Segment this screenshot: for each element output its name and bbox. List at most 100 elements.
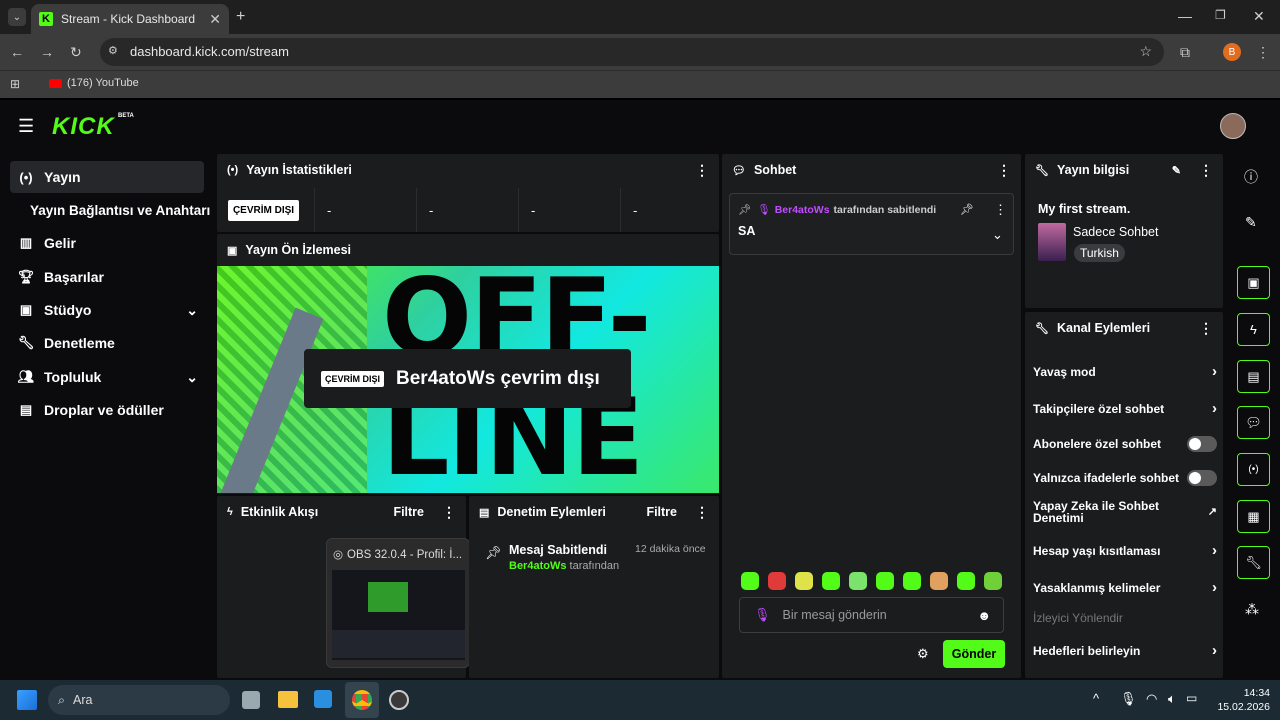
emote-icon[interactable] [768,572,786,590]
sidebar-item-yayin[interactable]: (•) Yayın [10,161,204,193]
obs-icon[interactable] [389,690,409,710]
channel-actions-menu-icon[interactable]: ⋮ [1199,320,1213,337]
bolt-icon: ϟ [1250,322,1257,337]
sidebar-item-label: Yayın Bağlantısı ve Anahtarı [30,202,211,218]
store-icon[interactable] [314,690,332,708]
action-slow-mode[interactable]: Yavaş mod › [1033,363,1217,380]
activity-filter-button[interactable]: Filtre [393,505,424,519]
tab-close-icon[interactable]: ✕ [209,11,221,28]
moderation-menu-icon[interactable]: ⋮ [695,504,709,521]
sidebar-item-studyo[interactable]: ▣ Stüdyo ⌄ [10,294,204,326]
mod-entry-user[interactable]: Ber4atoWs [509,560,566,572]
site-info-icon[interactable]: ⚙ [108,44,118,57]
taskbar-clock[interactable]: 14:34 15.02.2026 [1210,686,1270,714]
chat-input[interactable]: 🎙︎ Bir mesaj gönderin ☻ [739,597,1004,633]
hamburger-menu-icon[interactable]: ☰ [18,116,34,137]
action-banned-words[interactable]: Yasaklanmış kelimeler › [1033,579,1217,596]
volume-icon[interactable]: 🔈︎ [1168,691,1176,707]
restore-icon[interactable]: ❐ [1215,8,1226,22]
stream-title: My first stream. [1038,202,1131,216]
url-bar[interactable]: ⚙ dashboard.kick.com/stream ☆ [100,38,1164,66]
emote-icon[interactable] [930,572,948,590]
emote-icon[interactable] [957,572,975,590]
sidebar-item-topluluk[interactable]: 👥︎ Topluluk ⌄ [10,361,204,393]
moderation-filter-button[interactable]: Filtre [646,505,677,519]
stream-info-menu-icon[interactable]: ⋮ [1199,162,1213,179]
rail-preview-button[interactable]: ▣ [1237,266,1270,299]
battery-icon[interactable]: ▭ [1186,691,1197,705]
rail-studio-button[interactable]: ▦ [1237,500,1270,533]
rail-stats-button[interactable]: (•) [1237,453,1270,486]
wifi-icon[interactable]: ◠ [1146,691,1157,707]
emote-icon[interactable] [903,572,921,590]
rail-chat-button[interactable]: 💬︎ [1237,406,1270,439]
tray-chevron-icon[interactable]: ^ [1093,691,1099,706]
microphone-icon[interactable]: 🎙︎ [1120,691,1137,707]
menu-kebab-icon[interactable]: ⋮ [1256,44,1270,61]
emotes-only-toggle[interactable] [1187,470,1217,486]
subscribers-only-toggle[interactable] [1187,436,1217,452]
action-ai-moderation[interactable]: Yapay Zeka ile Sohbet Denetimi ↗ [1033,500,1217,524]
bookmark-youtube[interactable]: (176) YouTube [67,77,139,89]
taskbar-search[interactable]: ⌕ Ara [48,685,230,715]
action-account-age[interactable]: Hesap yaşı kısıtlaması › [1033,542,1217,559]
stream-category[interactable]: Sadece Sohbet [1073,225,1159,239]
action-set-goals[interactable]: Hedefleri belirleyin › [1033,642,1217,659]
unpin-icon[interactable]: 📌︎ [960,203,974,216]
emote-icon[interactable] [849,572,867,590]
studio-icon: ▣ [19,302,33,317]
browser-tab[interactable]: K Stream - Kick Dashboard ✕ [31,4,229,34]
emote-icon[interactable] [795,572,813,590]
chat-settings-gear-icon[interactable]: ⚙ [917,646,929,662]
forward-icon[interactable]: → [40,44,54,60]
sidebar-item-denetleme[interactable]: 🔧︎ Denetleme [10,327,204,359]
emoji-icon[interactable]: ☻ [977,608,991,623]
emote-icon[interactable] [741,572,759,590]
pinned-user[interactable]: Ber4atoWs [775,204,830,216]
rail-channel-actions-button[interactable]: 🔧︎ [1237,546,1270,579]
action-followers-only[interactable]: Takipçilere özel sohbet › [1033,400,1217,417]
stats-menu-icon[interactable]: ⋮ [695,162,709,179]
file-explorer-icon[interactable] [278,691,298,708]
edit-pencil-icon[interactable]: ✎ [1245,214,1257,231]
user-avatar[interactable] [1220,113,1246,139]
rail-activity-button[interactable]: ϟ [1237,313,1270,346]
youtube-icon [49,79,62,88]
reload-icon[interactable]: ↻ [70,44,82,61]
sidebar-item-basarilar[interactable]: 🏆︎ Başarılar [10,261,204,293]
chat-icon: 💬︎ [732,164,746,177]
chevron-down-icon[interactable]: ⌄ [992,227,1003,243]
chevron-right-icon: › [1212,642,1217,659]
emote-icon[interactable] [984,572,1002,590]
windows-start-icon[interactable] [17,690,37,710]
edit-pencil-icon[interactable]: ✎ [1172,164,1181,177]
mic-icon: 🎙︎ [754,607,771,622]
chat-menu-icon[interactable]: ⋮ [997,162,1011,179]
window-close-icon[interactable]: ✕ [1253,8,1265,25]
info-icon[interactable]: ⓘ [1244,167,1258,187]
emote-icon[interactable] [876,572,894,590]
apps-grid-icon[interactable]: ⊞ [10,77,20,91]
bookmark-star-icon[interactable]: ☆ [1139,43,1152,60]
profile-avatar[interactable]: B [1223,43,1241,61]
sidebar-item-gelir[interactable]: ▥ Gelir [10,227,204,259]
rail-moderation-button[interactable]: ▤ [1237,360,1270,393]
send-button[interactable]: Gönder [943,640,1005,668]
minimize-icon[interactable]: — [1178,8,1192,24]
action-emotes-only: Yalnızca ifadelerle sohbet [1033,470,1217,486]
back-icon[interactable]: ← [10,44,24,60]
activity-menu-icon[interactable]: ⋮ [442,504,456,521]
emote-icon[interactable] [822,572,840,590]
apps-icon[interactable]: ⁂ [1245,601,1259,618]
extensions-icon[interactable]: ⧉ [1180,44,1190,61]
chevron-right-icon: › [1212,363,1217,380]
pinned-menu-icon[interactable]: ⋮ [994,202,1007,218]
people-icon: 👥︎ [17,369,35,384]
task-view-icon[interactable] [242,691,260,709]
new-tab-icon[interactable]: + [236,8,245,26]
sidebar-item-stream-key[interactable]: Yayın Bağlantısı ve Anahtarı [10,194,220,226]
sidebar-item-droplar[interactable]: ▤ Droplar ve ödüller [10,394,204,426]
tab-search-icon[interactable]: ⌄ [8,8,26,26]
obs-taskbar-preview[interactable]: ◎ OBS 32.0.4 - Profil: İ... [326,538,470,668]
kick-logo[interactable]: KICK [52,113,115,141]
